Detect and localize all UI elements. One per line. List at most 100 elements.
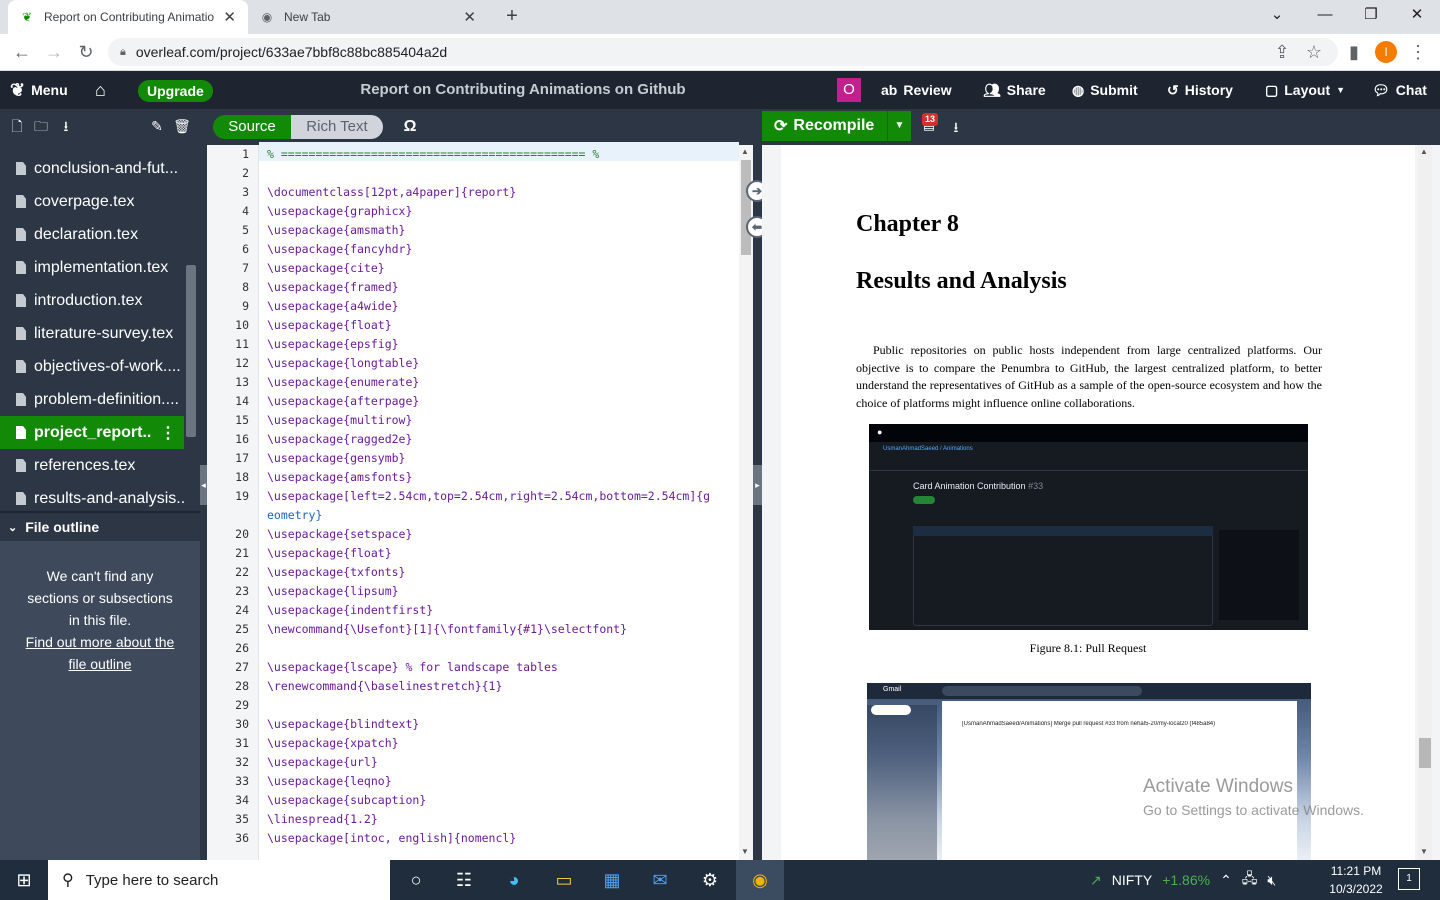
- file-tree-item[interactable]: implementation.tex: [0, 251, 184, 284]
- collapse-left-handle[interactable]: ◂: [200, 465, 207, 505]
- file-tree-item[interactable]: problem-definition....: [0, 383, 184, 416]
- code-line[interactable]: \usepackage{leqno}: [267, 774, 737, 788]
- code-line[interactable]: \usepackage{cite}: [267, 261, 737, 275]
- code-line[interactable]: \usepackage{url}: [267, 755, 737, 769]
- task-view-icon[interactable]: ○: [392, 860, 440, 900]
- close-tab-icon[interactable]: ✕: [223, 8, 236, 26]
- file-explorer-icon[interactable]: ▭: [540, 860, 588, 900]
- new-file-icon[interactable]: 🗋: [8, 117, 26, 135]
- code-line[interactable]: \usepackage{afterpage}: [267, 394, 737, 408]
- file-tree-scrollbar[interactable]: [186, 265, 196, 437]
- code-line[interactable]: \newcommand{\Usefont}[1]{\fontfamily{#1}…: [267, 622, 737, 636]
- mail-icon[interactable]: ✉: [636, 860, 684, 900]
- code-line[interactable]: \usepackage{longtable}: [267, 356, 737, 370]
- windows-start-icon[interactable]: ⊞: [0, 860, 48, 900]
- file-outline-header[interactable]: ⌄ File outline: [0, 511, 200, 541]
- new-folder-icon[interactable]: 🗀: [32, 117, 50, 135]
- code-line[interactable]: \usepackage[left=2.54cm,top=2.54cm,right…: [267, 489, 737, 503]
- submit-button[interactable]: ◍ Submit: [1072, 71, 1138, 109]
- code-line[interactable]: \usepackage{lipsum}: [267, 584, 737, 598]
- edge-browser-icon[interactable]: ◕: [490, 860, 538, 900]
- scroll-down-arrow-icon[interactable]: ▼: [741, 847, 749, 856]
- code-line[interactable]: \usepackage{enumerate}: [267, 375, 737, 389]
- file-tree-item[interactable]: declaration.tex: [0, 218, 184, 251]
- upgrade-button[interactable]: Upgrade: [138, 80, 213, 102]
- file-tree-item[interactable]: conclusion-and-fut...: [0, 152, 184, 185]
- code-line[interactable]: \usepackage[intoc, english]{nomencl}: [267, 831, 737, 845]
- layout-button[interactable]: ▢ Layout ▼: [1265, 71, 1345, 109]
- outline-help-link[interactable]: Find out more about the: [0, 631, 200, 653]
- delete-trash-icon[interactable]: 🗑: [173, 117, 191, 135]
- code-line[interactable]: \usepackage{amsmath}: [267, 223, 737, 237]
- online-user-avatar[interactable]: O: [837, 78, 861, 102]
- tab-search-icon[interactable]: ⌄: [1254, 0, 1300, 30]
- recompile-button[interactable]: ⟳ Recompile: [762, 111, 887, 141]
- chrome-taskbar-icon[interactable]: ◉: [736, 860, 784, 900]
- back-icon[interactable]: ←: [10, 40, 34, 64]
- close-tab-icon[interactable]: ✕: [463, 8, 476, 26]
- taskbar-search-box[interactable]: ⚲ Type here to search: [48, 860, 390, 900]
- forward-icon[interactable]: →: [42, 40, 66, 64]
- taskbar-clock[interactable]: 11:21 PM 10/3/2022: [1322, 862, 1390, 898]
- browser-tab-new[interactable]: ◉ New Tab ✕: [248, 0, 488, 34]
- code-line[interactable]: \usepackage{graphicx}: [267, 204, 737, 218]
- code-line[interactable]: \usepackage{lscape} % for landscape tabl…: [267, 660, 737, 674]
- notification-center-icon[interactable]: 1: [1398, 868, 1420, 890]
- file-options-icon[interactable]: ⋮: [160, 423, 176, 443]
- close-window-button[interactable]: ✕: [1394, 0, 1440, 30]
- pdf-page[interactable]: Chapter 8 Results and Analysis Public re…: [781, 145, 1415, 860]
- volume-muted-icon[interactable]: 🔇︎: [1267, 872, 1276, 889]
- code-line[interactable]: \usepackage{amsfonts}: [267, 470, 737, 484]
- scroll-down-arrow-icon[interactable]: ▼: [1420, 847, 1428, 856]
- new-tab-button[interactable]: +: [500, 5, 524, 29]
- code-line[interactable]: \usepackage{float}: [267, 318, 737, 332]
- code-line[interactable]: \usepackage{ragged2e}: [267, 432, 737, 446]
- code-line[interactable]: \usepackage{blindtext}: [267, 717, 737, 731]
- scroll-up-arrow-icon[interactable]: ▲: [741, 147, 749, 156]
- source-mode-toggle[interactable]: Source: [213, 115, 291, 139]
- file-tree-item[interactable]: references.tex: [0, 449, 184, 482]
- profile-avatar[interactable]: I: [1375, 41, 1397, 63]
- code-line[interactable]: \usepackage{epsfig}: [267, 337, 737, 351]
- upload-icon[interactable]: ⭳: [57, 117, 75, 135]
- microsoft-store-icon[interactable]: ▦: [588, 860, 636, 900]
- code-line[interactable]: \usepackage{fancyhdr}: [267, 242, 737, 256]
- reload-icon[interactable]: ↻: [74, 40, 98, 64]
- code-line[interactable]: \usepackage{setspace}: [267, 527, 737, 541]
- review-button[interactable]: ab Review: [881, 71, 952, 109]
- bookmark-star-icon[interactable]: ☆: [1302, 40, 1326, 64]
- home-icon[interactable]: ⌂: [95, 71, 106, 109]
- project-title[interactable]: Report on Contributing Animations on Git…: [300, 71, 746, 109]
- file-tree-item[interactable]: objectives-of-work....: [0, 350, 184, 383]
- code-line[interactable]: \renewcommand{\baselinestretch}{1}: [267, 679, 737, 693]
- outline-help-link[interactable]: file outline: [0, 653, 200, 675]
- symbol-palette-icon[interactable]: Ω: [400, 115, 420, 139]
- code-line[interactable]: \usepackage{float}: [267, 546, 737, 560]
- editor-scrollbar-thumb[interactable]: [741, 160, 751, 255]
- rich-text-mode-toggle[interactable]: Rich Text: [291, 115, 383, 139]
- code-line[interactable]: \usepackage{gensymb}: [267, 451, 737, 465]
- network-icon[interactable]: 🖧︎: [1242, 868, 1258, 892]
- browser-tab-overleaf[interactable]: ❦ Report on Contributing Animatio ✕: [8, 0, 248, 34]
- collapse-pdf-handle[interactable]: ▸: [753, 465, 762, 505]
- file-tree-item[interactable]: project_report.... ⋮: [0, 416, 184, 449]
- share-page-icon[interactable]: ⇪: [1270, 40, 1294, 64]
- code-line[interactable]: \usepackage{multirow}: [267, 413, 737, 427]
- code-line[interactable]: \usepackage{indentfirst}: [267, 603, 737, 617]
- code-line[interactable]: \usepackage{txfonts}: [267, 565, 737, 579]
- code-line[interactable]: \usepackage{a4wide}: [267, 299, 737, 313]
- file-tree-item[interactable]: coverpage.tex: [0, 185, 184, 218]
- file-tree-item[interactable]: introduction.tex: [0, 284, 184, 317]
- file-tree-item[interactable]: literature-survey.tex: [0, 317, 184, 350]
- minimize-button[interactable]: —: [1302, 0, 1348, 30]
- tray-overflow-icon[interactable]: ⌃: [1220, 872, 1232, 889]
- code-line[interactable]: \documentclass[12pt,a4paper]{report}: [267, 185, 737, 199]
- settings-gear-icon[interactable]: ⚙: [686, 860, 734, 900]
- code-line[interactable]: \usepackage{framed}: [267, 280, 737, 294]
- code-line[interactable]: % ======================================…: [267, 147, 737, 161]
- address-bar[interactable]: 🔒︎ overleaf.com/project/633ae7bbf8c88bc8…: [108, 38, 1338, 66]
- restore-button[interactable]: ❐: [1348, 0, 1394, 30]
- code-line[interactable]: \usepackage{subcaption}: [267, 793, 737, 807]
- chat-button[interactable]: 💬︎ Chat: [1372, 71, 1427, 109]
- chrome-menu-icon[interactable]: ⋮: [1406, 40, 1430, 64]
